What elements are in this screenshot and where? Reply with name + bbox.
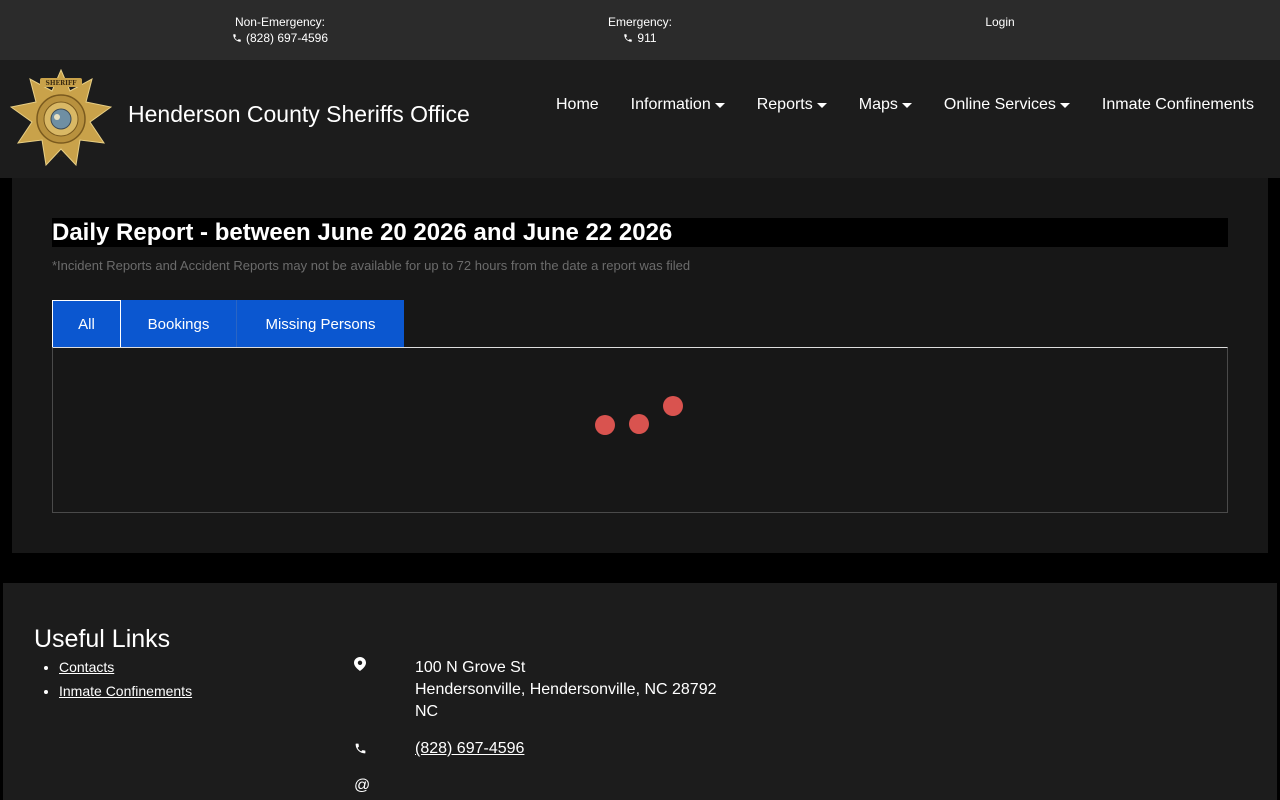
report-tabs: All Bookings Missing Persons bbox=[52, 300, 404, 348]
nav-online-services[interactable]: Online Services bbox=[944, 95, 1070, 115]
nav-reports-label: Reports bbox=[756, 96, 813, 113]
loading-dot bbox=[663, 396, 683, 416]
non-emergency-phone-link[interactable]: (828) 697-4596 bbox=[232, 30, 328, 46]
nav-maps[interactable]: Maps bbox=[859, 95, 912, 115]
tab-all[interactable]: All bbox=[52, 300, 121, 348]
emergency-label: Emergency: bbox=[607, 15, 673, 29]
login-link[interactable]: Login bbox=[950, 14, 1050, 30]
caret-down-icon bbox=[1059, 102, 1070, 108]
map-pin-icon bbox=[354, 657, 366, 671]
nav-home[interactable]: Home bbox=[556, 95, 599, 115]
phone-row: (828) 697-4596 bbox=[351, 738, 524, 760]
emergency-phone: 911 bbox=[637, 31, 657, 45]
nav-information-label: Information bbox=[630, 96, 711, 113]
inmate-confinements-link[interactable]: Inmate Confinements bbox=[59, 683, 192, 699]
tab-missing-persons[interactable]: Missing Persons bbox=[237, 300, 404, 348]
nav-reports[interactable]: Reports bbox=[757, 95, 827, 115]
nav-information[interactable]: Information bbox=[631, 95, 725, 115]
report-availability-note: *Incident Reports and Accident Reports m… bbox=[52, 258, 691, 273]
at-icon: @ bbox=[354, 777, 371, 794]
caret-down-icon bbox=[901, 102, 912, 108]
page-title: Daily Report - between June 20 2026 and … bbox=[52, 219, 673, 246]
footer: Useful Links Contacts Inmate Confinement… bbox=[3, 583, 1277, 800]
sheriff-badge-logo[interactable]: SHERIFF NC bbox=[10, 69, 112, 169]
phone-icon bbox=[233, 34, 241, 42]
list-item: Inmate Confinements bbox=[59, 683, 192, 699]
nav-home-label: Home bbox=[555, 96, 599, 113]
nav-maps-label: Maps bbox=[858, 96, 898, 113]
loading-dot bbox=[629, 414, 649, 434]
address-line-3: NC bbox=[415, 703, 439, 720]
useful-links-list: Contacts Inmate Confinements bbox=[59, 659, 192, 707]
tab-content-panel bbox=[52, 347, 1228, 513]
phone-icon bbox=[624, 34, 633, 42]
main-nav: Home Information Reports Maps Online Ser… bbox=[524, 95, 1254, 115]
report-section: Daily Report - between June 20 2026 and … bbox=[12, 178, 1268, 553]
contacts-link[interactable]: Contacts bbox=[59, 659, 114, 675]
loading-dot bbox=[595, 415, 615, 435]
phone-icon bbox=[355, 743, 366, 754]
nav-inmate-confinements[interactable]: Inmate Confinements bbox=[1102, 95, 1254, 115]
badge-state-text: NC bbox=[57, 153, 65, 159]
emergency-block: Emergency: 911 bbox=[580, 14, 700, 47]
title-bar: Daily Report - between June 20 2026 and … bbox=[52, 218, 1228, 247]
address-block: 100 N Grove St Hendersonville, Henderson… bbox=[415, 657, 717, 723]
emergency-phone-link[interactable]: 911 bbox=[623, 30, 657, 46]
non-emergency-block: Non-Emergency: (828) 697-4596 bbox=[220, 14, 340, 47]
nav-inmate-confinements-label: Inmate Confinements bbox=[1101, 96, 1254, 113]
address-line-1: 100 N Grove St bbox=[415, 659, 526, 676]
nav-online-services-label: Online Services bbox=[943, 96, 1056, 113]
top-contact-bar: Non-Emergency: (828) 697-4596 Emergency:… bbox=[0, 0, 1280, 60]
useful-links-heading: Useful Links bbox=[34, 625, 171, 653]
address-line-2: Hendersonville, Hendersonville, NC 28792 bbox=[415, 681, 717, 698]
email-row: @ bbox=[351, 775, 415, 797]
non-emergency-label: Non-Emergency: bbox=[234, 15, 326, 29]
address-row: 100 N Grove St Hendersonville, Henderson… bbox=[351, 657, 717, 723]
footer-phone-link[interactable]: (828) 697-4596 bbox=[415, 738, 524, 760]
caret-down-icon bbox=[816, 102, 827, 108]
list-item: Contacts bbox=[59, 659, 192, 675]
caret-down-icon bbox=[714, 102, 725, 108]
badge-top-text: SHERIFF bbox=[46, 80, 78, 87]
brand-title[interactable]: Henderson County Sheriffs Office bbox=[128, 101, 470, 128]
tab-bookings[interactable]: Bookings bbox=[121, 300, 237, 348]
non-emergency-phone: (828) 697-4596 bbox=[245, 31, 329, 45]
